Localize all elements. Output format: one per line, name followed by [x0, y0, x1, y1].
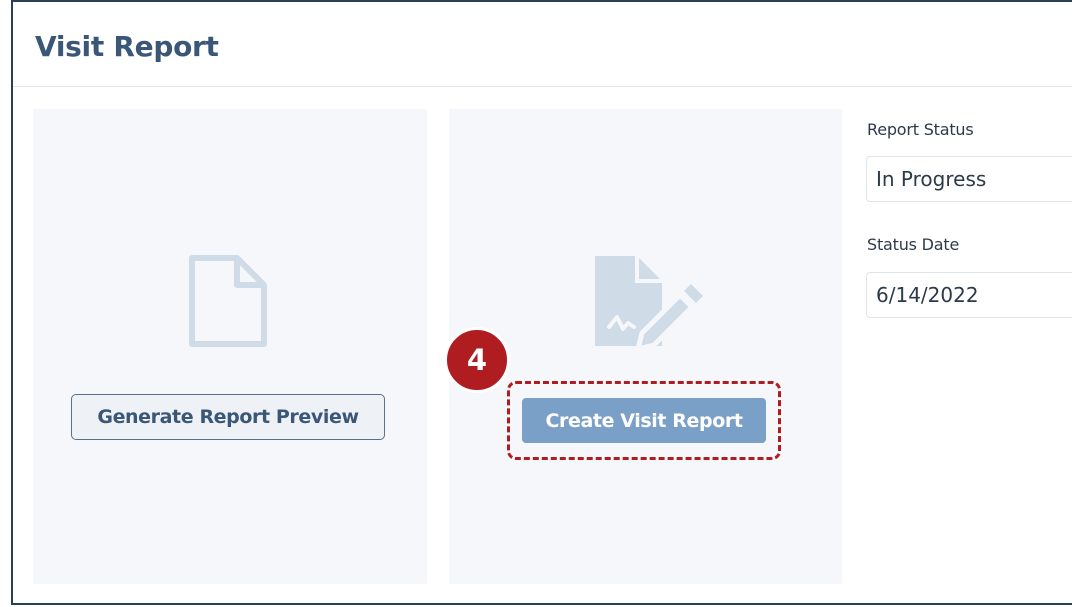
document-icon [189, 255, 267, 347]
status-date-value: 6/14/2022 [876, 283, 979, 307]
visit-report-panel: Visit Report Generate Report Preview Cre… [11, 0, 1072, 605]
generate-report-preview-button[interactable]: Generate Report Preview [71, 394, 385, 440]
report-status-value: In Progress [876, 167, 987, 191]
status-date-label: Status Date [867, 235, 960, 254]
report-preview-card: Generate Report Preview [33, 109, 427, 584]
step-number-badge: 4 [444, 327, 510, 393]
panel-header: Visit Report [13, 2, 1072, 87]
status-date-field[interactable]: 6/14/2022 [866, 272, 1072, 318]
create-visit-report-button[interactable]: Create Visit Report [522, 398, 766, 443]
signed-document-icon [595, 256, 703, 349]
report-status-field[interactable]: In Progress [866, 156, 1072, 202]
report-status-label: Report Status [867, 120, 974, 139]
panel-title: Visit Report [35, 30, 219, 63]
create-report-card: Create Visit Report [449, 109, 842, 584]
create-button-highlight: Create Visit Report [507, 381, 781, 460]
